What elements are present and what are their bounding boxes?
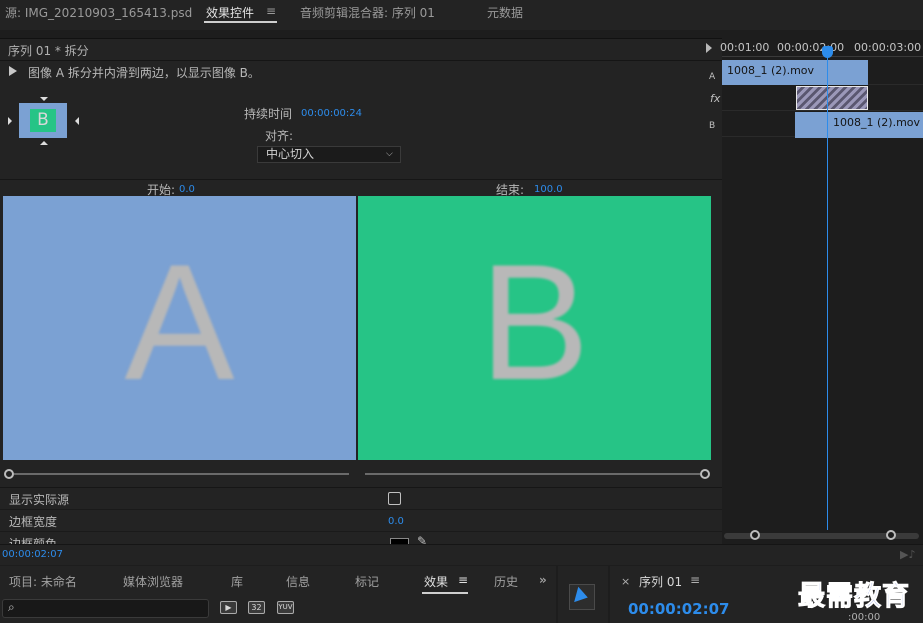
transition-description: 图像 A 拆分并内滑到两边，以显示图像 B。 xyxy=(28,66,260,80)
start-value[interactable]: 0.0 xyxy=(179,184,195,195)
direction-north-icon[interactable] xyxy=(40,97,48,101)
show-actual-sources-checkbox[interactable] xyxy=(388,492,401,505)
tab-project[interactable]: 项目: 未命名 xyxy=(9,573,77,590)
effect-timeline: 00:01:00 00:00:02:00 00:00:03:00 A fx B … xyxy=(709,38,923,544)
property-show-actual-sources: 显示实际源 xyxy=(0,488,722,510)
overflow-tabs-icon[interactable]: » xyxy=(539,573,547,587)
end-preview-b: B xyxy=(358,196,711,460)
tab-source[interactable]: 源: IMG_20210903_165413.psd xyxy=(5,4,192,21)
track-a-label: A xyxy=(709,72,716,82)
duration-value[interactable]: 00:00:00:24 xyxy=(301,108,362,119)
duration-label: 持续时间 xyxy=(244,107,293,121)
direction-west-icon[interactable] xyxy=(8,117,12,125)
fx-icon: fx xyxy=(710,92,721,105)
divider xyxy=(0,179,722,180)
watermark-logo: 最需教育 xyxy=(798,581,910,613)
effect-controls-panel: 序列 01 * 拆分 图像 A 拆分并内滑到两边，以显示图像 B。 B 持续时间… xyxy=(0,38,722,545)
effect-controls-footer: 00:00:02:07 ▶♪ xyxy=(0,544,923,565)
playhead-line xyxy=(827,52,828,530)
tab-markers[interactable]: 标记 xyxy=(355,573,379,590)
start-preview-a: A xyxy=(3,196,356,460)
playhead-handle[interactable] xyxy=(822,46,833,58)
search-icon: ⌕ xyxy=(8,600,15,614)
sequence-tab[interactable]: 序列 01 xyxy=(639,573,682,590)
sequence-timeline-panel: × 序列 01 ≡ 00:00:02:07 :00:00 最需教育 xyxy=(610,566,923,623)
selection-tool-button[interactable] xyxy=(569,584,595,610)
chevron-down-icon: ⌵ xyxy=(386,149,393,159)
effects-search-input[interactable]: ⌕ xyxy=(2,599,209,618)
zoom-handle-right[interactable] xyxy=(886,530,896,540)
effect-controls-menu-icon[interactable]: ≡ xyxy=(266,4,276,18)
sequence-ruler-label: :00:00 xyxy=(848,612,881,623)
alignment-dropdown[interactable]: 中心切入 ⌵ xyxy=(257,146,401,163)
ruler-label: 00:00:02:00 xyxy=(777,41,845,54)
alignment-selected-value: 中心切入 xyxy=(266,147,315,161)
tab-history[interactable]: 历史 xyxy=(494,573,518,590)
sequence-menu-icon[interactable]: ≡ xyxy=(690,573,700,587)
transition-thumbnail: B xyxy=(19,103,67,138)
active-tab-indicator xyxy=(204,21,277,23)
property-border-width: 边框宽度 0.0 xyxy=(0,510,722,532)
tools-panel xyxy=(558,566,608,623)
track-b-label: B xyxy=(709,121,716,131)
close-icon[interactable]: × xyxy=(621,575,630,588)
active-tab-indicator xyxy=(422,592,468,594)
ruler-label: 00:00:03:00 xyxy=(854,41,922,54)
preview-letter-a: A xyxy=(124,230,235,414)
clip-b[interactable]: 1008_1 (2).mov xyxy=(795,112,923,138)
32bit-effects-icon[interactable]: 32 xyxy=(248,601,265,614)
end-slider-handle[interactable] xyxy=(700,469,710,479)
yuv-effects-icon[interactable]: YUV xyxy=(277,601,294,614)
tab-library[interactable]: 库 xyxy=(231,573,243,590)
clip-a[interactable]: 1008_1 (2).mov xyxy=(722,60,868,85)
start-slider-track[interactable] xyxy=(14,473,349,475)
thumbnail-letter: B xyxy=(30,109,56,132)
direction-south-icon[interactable] xyxy=(40,141,48,145)
alignment-label: 对齐: xyxy=(265,129,294,143)
tab-audio-clip-mixer[interactable]: 音频剪辑混合器: 序列 01 xyxy=(300,4,435,21)
border-width-value[interactable]: 0.0 xyxy=(388,516,404,527)
current-timecode[interactable]: 00:00:02:07 xyxy=(2,549,63,560)
top-tab-bar: 源: IMG_20210903_165413.psd 效果控件 ≡ 音频剪辑混合… xyxy=(0,0,923,30)
zoom-handle-left[interactable] xyxy=(750,530,760,540)
transition-block[interactable] xyxy=(796,86,868,110)
border-width-label: 边框宽度 xyxy=(9,515,58,529)
tab-info[interactable]: 信息 xyxy=(286,573,310,590)
expand-timeline-icon[interactable] xyxy=(706,43,712,53)
accelerated-effects-icon[interactable]: ▶ xyxy=(220,601,237,614)
tab-effect-controls[interactable]: 效果控件 xyxy=(206,4,254,21)
start-slider-handle[interactable] xyxy=(4,469,14,479)
effects-menu-icon[interactable]: ≡ xyxy=(458,573,468,587)
sequence-timecode[interactable]: 00:00:02:07 xyxy=(628,600,730,618)
play-transition-icon[interactable] xyxy=(9,66,17,76)
audio-scrub-icon[interactable]: ▶♪ xyxy=(900,548,915,561)
end-value[interactable]: 100.0 xyxy=(534,184,563,195)
end-slider-track[interactable] xyxy=(365,473,700,475)
show-actual-sources-label: 显示实际源 xyxy=(9,493,70,507)
tab-metadata[interactable]: 元数据 xyxy=(487,4,523,21)
project-panel: 项目: 未命名 媒体浏览器 库 信息 标记 效果 ≡ 历史 » ⌕ ▶ 32 Y… xyxy=(0,566,556,623)
direction-east-icon[interactable] xyxy=(75,117,79,125)
clip-title: 序列 01 * 拆分 xyxy=(8,44,89,58)
tab-media-browser[interactable]: 媒体浏览器 xyxy=(123,573,183,590)
ruler-label: 00:01:00 xyxy=(720,41,770,54)
effect-controls-header: 序列 01 * 拆分 xyxy=(0,39,722,61)
tab-effects[interactable]: 效果 xyxy=(424,573,448,590)
preview-letter-b: B xyxy=(479,230,590,414)
selection-arrow-icon xyxy=(574,586,590,606)
